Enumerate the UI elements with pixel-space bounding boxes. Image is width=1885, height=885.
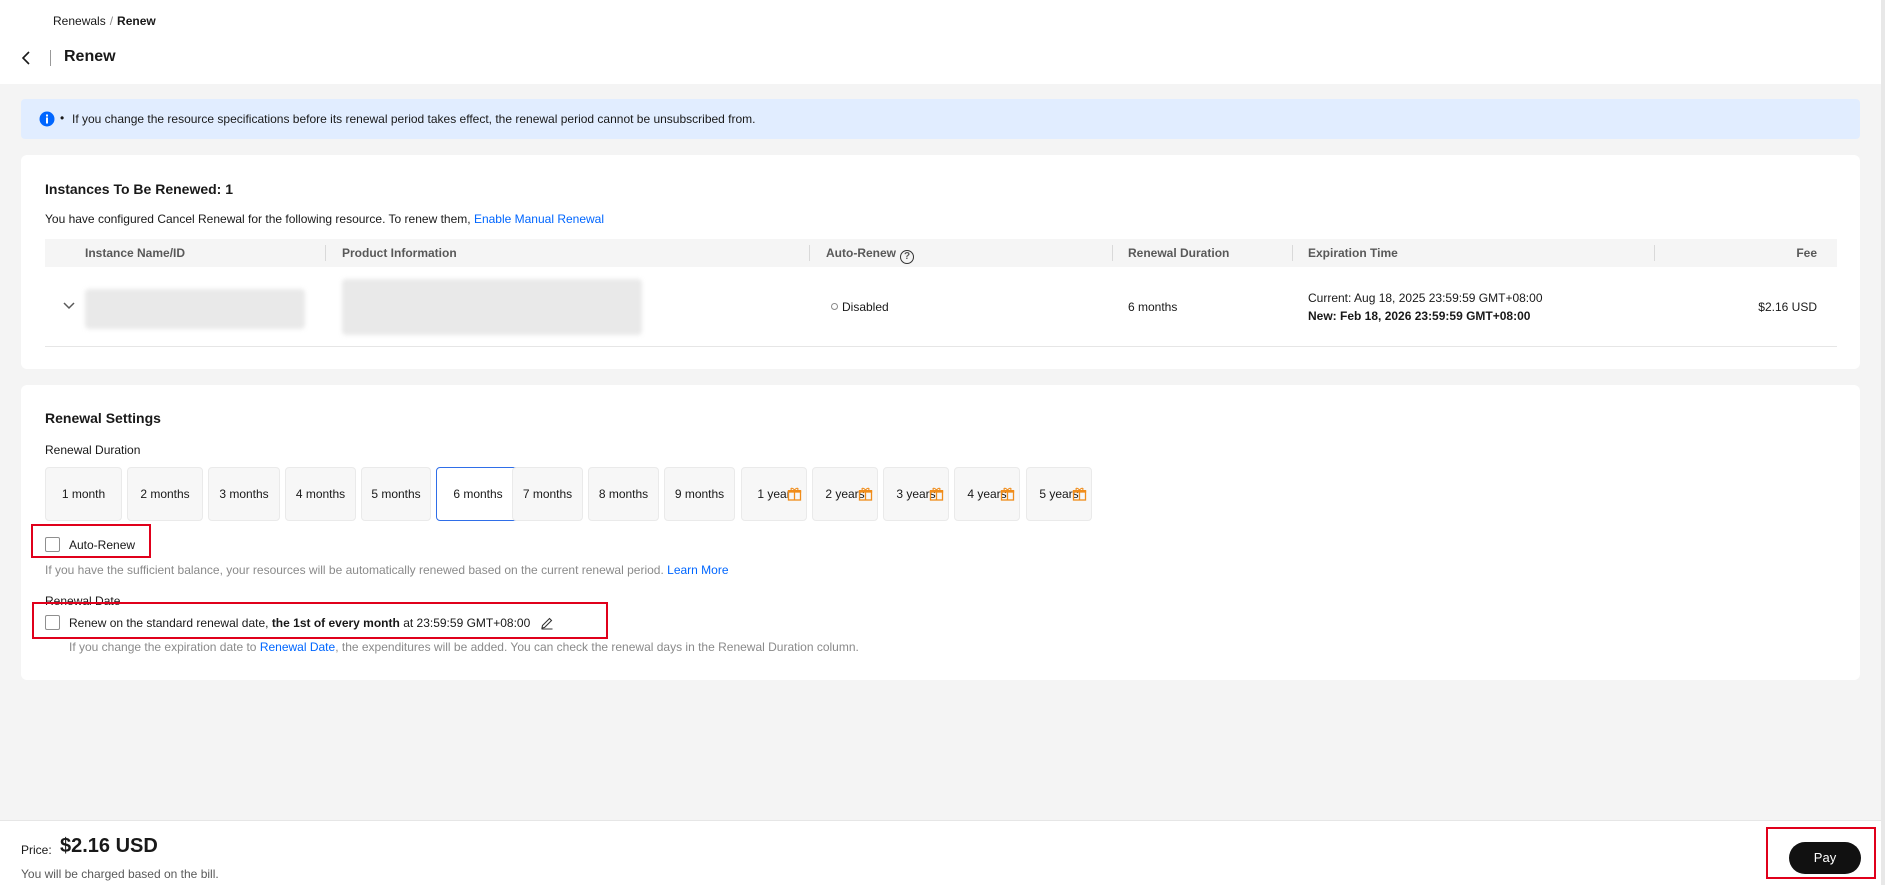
duration-option[interactable]: 3 years: [883, 467, 949, 521]
cancel-renewal-text: You have configured Cancel Renewal for t…: [45, 212, 471, 226]
gift-icon: [787, 471, 802, 501]
redacted-product-info: [342, 279, 642, 335]
auto-renew-status-text: Disabled: [842, 300, 889, 314]
col-auto-renew: Auto-Renew?: [826, 246, 914, 264]
gift-icon: [929, 471, 944, 501]
duration-option[interactable]: 7 months: [512, 467, 583, 521]
new-expiration: New: Feb 18, 2026 23:59:59 GMT+08:00: [1308, 309, 1531, 323]
renewal-date-option: Renew on the standard renewal date, the …: [69, 616, 554, 633]
redacted-instance-name: [85, 289, 305, 329]
duration-option-label: 8 months: [598, 487, 649, 501]
duration-option-label: 7 months: [522, 487, 573, 501]
row-renewal-duration: 6 months: [1128, 300, 1178, 314]
duration-option-label: 1 year: [757, 487, 791, 501]
notice-bullet: •: [60, 111, 65, 125]
info-icon: [39, 111, 55, 127]
duration-option[interactable]: 2 months: [127, 467, 203, 521]
auto-renew-note-text: If you have the sufficient balance, your…: [45, 563, 664, 577]
expiry-change-note: If you change the expiration date to Ren…: [69, 640, 859, 654]
duration-option[interactable]: 1 year: [741, 467, 807, 521]
instances-card: Instances To Be Renewed: 1 You have conf…: [21, 155, 1860, 369]
expiry-note-suffix: , the expenditures will be added. You ca…: [335, 640, 859, 654]
duration-option-label: 9 months: [674, 487, 725, 501]
instances-title: Instances To Be Renewed: 1: [45, 181, 234, 197]
col-divider: [325, 245, 326, 261]
title-divider: [50, 50, 51, 66]
footer-bar: Price: $2.16 USD You will be charged bas…: [0, 820, 1881, 885]
col-divider: [1654, 245, 1655, 261]
renewal-date-suffix: at 23:59:59 GMT+08:00: [403, 616, 531, 630]
duration-option[interactable]: 9 months: [664, 467, 735, 521]
renewal-date-checkbox[interactable]: [45, 615, 60, 630]
duration-option[interactable]: 1 month: [45, 467, 122, 521]
table-row: Disabled 6 months Current: Aug 18, 2025 …: [45, 267, 1837, 347]
auto-renew-label: Auto-Renew: [69, 538, 136, 552]
expiry-note-prefix: If you change the expiration date to: [69, 640, 257, 654]
renewal-date-prefix: Renew on the standard renewal date,: [69, 616, 269, 630]
duration-option[interactable]: 4 years: [954, 467, 1020, 521]
cancel-renewal-note: You have configured Cancel Renewal for t…: [45, 212, 604, 226]
duration-option[interactable]: 6 months: [436, 467, 520, 521]
back-arrow-icon[interactable]: [20, 48, 34, 68]
col-divider: [1112, 245, 1113, 261]
breadcrumb-separator: /: [109, 14, 114, 28]
duration-option-label: 3 months: [219, 487, 269, 501]
col-auto-renew-label: Auto-Renew: [826, 246, 896, 260]
price-value: $2.16 USD: [60, 835, 158, 857]
duration-option-label: 6 months: [453, 487, 503, 501]
table-header: Instance Name/ID Product Information Aut…: [45, 239, 1837, 267]
status-dot-icon: [831, 303, 838, 310]
scrollbar[interactable]: [1881, 0, 1885, 885]
col-expiration-time: Expiration Time: [1308, 246, 1398, 260]
enable-manual-renewal-link[interactable]: Enable Manual Renewal: [474, 212, 604, 226]
duration-option[interactable]: 4 months: [285, 467, 356, 521]
learn-more-link[interactable]: Learn More: [667, 563, 728, 577]
help-icon[interactable]: ?: [900, 250, 914, 264]
duration-option[interactable]: 3 months: [208, 467, 280, 521]
pay-button[interactable]: Pay: [1789, 842, 1861, 874]
duration-option-label: 1 month: [61, 487, 106, 501]
breadcrumb-renewals[interactable]: Renewals: [53, 14, 106, 28]
col-renewal-duration: Renewal Duration: [1128, 246, 1230, 260]
duration-option-label: 5 months: [371, 487, 421, 501]
current-expiration: Current: Aug 18, 2025 23:59:59 GMT+08:00: [1308, 291, 1543, 305]
price-label: Price:: [21, 843, 52, 857]
breadcrumb-current: Renew: [117, 14, 156, 28]
col-fee: Fee: [1796, 246, 1817, 260]
col-divider: [1292, 245, 1293, 261]
auto-renew-checkbox[interactable]: [45, 537, 60, 552]
charge-note: You will be charged based on the bill.: [21, 867, 219, 881]
auto-renew-status: Disabled: [831, 300, 889, 314]
duration-option-label: 2 months: [140, 487, 190, 501]
auto-renew-note: If you have the sufficient balance, your…: [45, 563, 729, 577]
renewal-date-bold: the 1st of every month: [271, 616, 400, 630]
duration-option[interactable]: 5 months: [361, 467, 431, 521]
duration-option-label: 4 months: [295, 487, 346, 501]
renewal-date-link[interactable]: Renewal Date: [260, 640, 335, 654]
instances-table: Instance Name/ID Product Information Aut…: [45, 239, 1837, 347]
breadcrumb: Renewals / Renew: [53, 14, 156, 28]
renewal-settings-title: Renewal Settings: [45, 410, 161, 426]
renewal-duration-label: Renewal Duration: [45, 443, 141, 457]
col-product-info: Product Information: [342, 246, 457, 260]
edit-icon[interactable]: [540, 616, 554, 633]
gift-icon: [858, 471, 873, 501]
duration-option[interactable]: 5 years: [1026, 467, 1092, 521]
col-instance-name: Instance Name/ID: [85, 246, 186, 260]
page-title: Renew: [64, 48, 116, 65]
row-fee: $2.16 USD: [1758, 300, 1817, 314]
renewal-settings-card: Renewal Settings Renewal Duration 1 mont…: [21, 385, 1860, 680]
notice-text: If you change the resource specification…: [72, 112, 756, 126]
gift-icon: [1000, 471, 1015, 501]
notice-banner: • If you change the resource specificati…: [21, 99, 1860, 139]
duration-option[interactable]: 8 months: [588, 467, 659, 521]
gift-icon: [1072, 471, 1087, 501]
chevron-down-icon[interactable]: [61, 297, 77, 313]
duration-option[interactable]: 2 years: [812, 467, 878, 521]
col-divider: [809, 245, 810, 261]
top-bar: Renewals / Renew Renew: [0, 0, 1885, 84]
